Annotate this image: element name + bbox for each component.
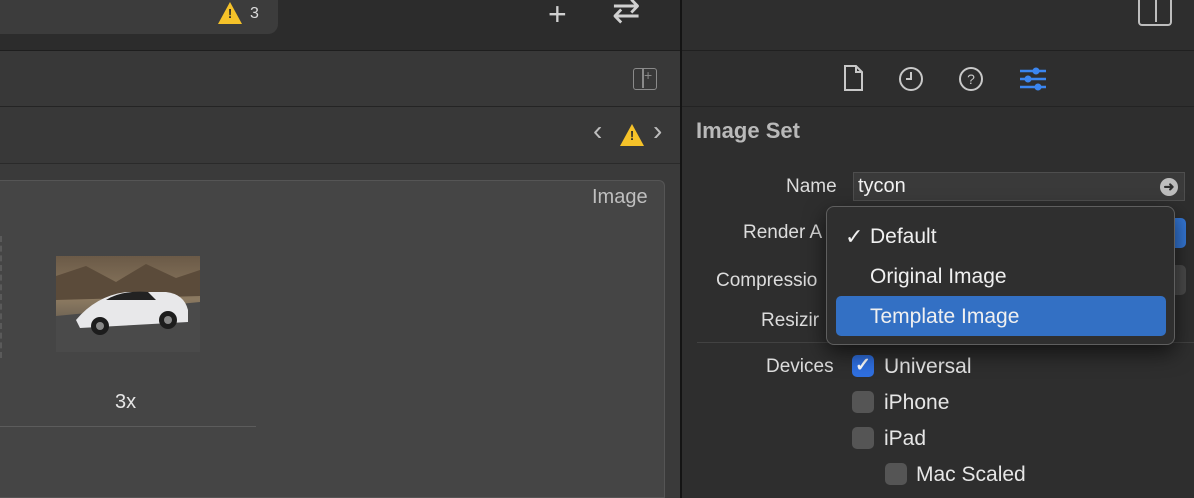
name-value[interactable]: tycon xyxy=(858,175,906,198)
inspector-toolbar xyxy=(682,0,1194,51)
mac-scaled-label: Mac Scaled xyxy=(916,463,1026,486)
name-label: Name xyxy=(786,176,837,197)
warning-icon: ! xyxy=(218,2,242,24)
clock-icon[interactable] xyxy=(898,63,924,93)
iphone-checkbox[interactable] xyxy=(852,391,874,413)
attributes-icon[interactable] xyxy=(1018,63,1048,93)
activity-status[interactable]: ! 3 xyxy=(0,0,278,34)
slot-divider xyxy=(0,236,2,358)
tab-bar xyxy=(0,51,680,107)
plus-icon[interactable]: + xyxy=(548,0,567,30)
slot-title: Image xyxy=(592,186,648,208)
checkmark-icon: ✓ xyxy=(845,224,864,249)
inspector-tabs xyxy=(682,51,1194,107)
issue-warning-icon[interactable]: ! xyxy=(620,124,644,146)
jump-bar xyxy=(0,107,680,164)
chevron-left-icon[interactable]: ‹ xyxy=(593,117,602,145)
file-icon[interactable] xyxy=(840,63,866,93)
warning-count: 3 xyxy=(250,5,259,22)
menu-item-default-label: Default xyxy=(870,225,937,248)
compression-label: Compressio xyxy=(716,270,818,291)
universal-label: Universal xyxy=(884,355,972,378)
svg-text:?: ? xyxy=(967,71,975,87)
section-title: Image Set xyxy=(696,118,800,143)
universal-checkbox[interactable] xyxy=(852,354,874,377)
menu-item-original-label: Original Image xyxy=(870,265,1007,288)
devices-label: Devices xyxy=(766,356,834,377)
swap-arrows-icon[interactable]: ⇄ xyxy=(612,0,641,28)
resizing-label: Resizir xyxy=(761,310,820,331)
add-editor-icon[interactable]: + xyxy=(633,67,657,90)
sidebar-toggle-icon[interactable] xyxy=(1138,0,1172,26)
ipad-label: iPad xyxy=(884,427,927,450)
arrow-right-circle-icon[interactable]: ➜ xyxy=(1160,178,1178,196)
chevron-right-icon[interactable]: › xyxy=(653,117,662,145)
image-thumbnail[interactable] xyxy=(56,256,200,352)
ipad-checkbox[interactable] xyxy=(852,427,874,449)
scale-divider xyxy=(0,426,256,427)
menu-item-template-label: Template Image xyxy=(870,305,1020,328)
render-as-label: Render A xyxy=(743,222,823,243)
iphone-label: iPhone xyxy=(884,391,950,414)
help-icon[interactable]: ? xyxy=(958,63,984,93)
mac-scaled-checkbox[interactable] xyxy=(885,463,907,485)
scale-label: 3x xyxy=(115,391,137,413)
